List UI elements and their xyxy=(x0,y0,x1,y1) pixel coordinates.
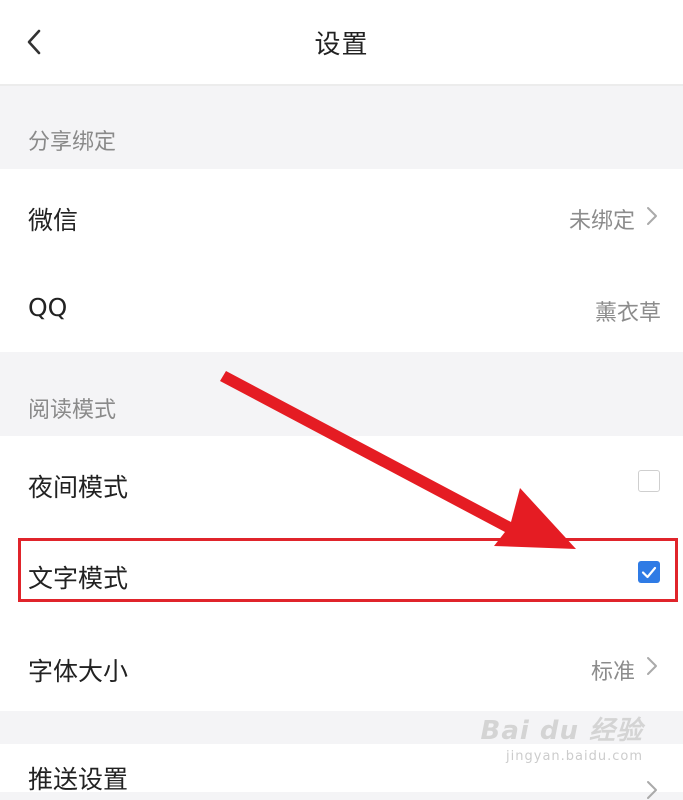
night-mode-checkbox[interactable] xyxy=(638,470,660,492)
night-mode-row[interactable]: 夜间模式 xyxy=(0,436,683,528)
watermark-url: jingyan.baidu.com xyxy=(506,749,643,764)
top-nav-bar: 设置 xyxy=(0,0,683,86)
chevron-right-icon xyxy=(647,781,657,799)
text-mode-checkbox[interactable] xyxy=(638,561,660,583)
qq-row[interactable]: QQ 薰衣草 xyxy=(0,261,683,352)
section-label-share-binding: 分享绑定 xyxy=(28,130,117,155)
text-mode-label: 文字模式 xyxy=(28,564,129,593)
chevron-right-icon xyxy=(647,657,657,675)
wechat-row[interactable]: 微信 未绑定 xyxy=(0,169,683,261)
wechat-binding-status: 未绑定 xyxy=(568,209,635,234)
checkmark-icon xyxy=(641,566,657,579)
qq-label: QQ xyxy=(28,293,68,322)
font-size-value: 标准 xyxy=(590,660,635,685)
baidu-jingyan-watermark: Bai du 经验 jingyan.baidu.com xyxy=(481,710,644,764)
qq-account-name: 薰衣草 xyxy=(594,301,661,326)
push-settings-label: 推送设置 xyxy=(28,765,129,794)
font-size-label: 字体大小 xyxy=(28,657,129,686)
wechat-label: 微信 xyxy=(28,206,79,235)
night-mode-label: 夜间模式 xyxy=(28,473,129,502)
section-label-reading-mode: 阅读模式 xyxy=(28,398,117,423)
text-mode-row[interactable]: 文字模式 xyxy=(0,528,683,620)
page-title: 设置 xyxy=(314,30,369,60)
font-size-row[interactable]: 字体大小 标准 xyxy=(0,620,683,711)
watermark-brand: Bai du 经验 xyxy=(480,716,643,746)
chevron-right-icon xyxy=(647,207,657,225)
